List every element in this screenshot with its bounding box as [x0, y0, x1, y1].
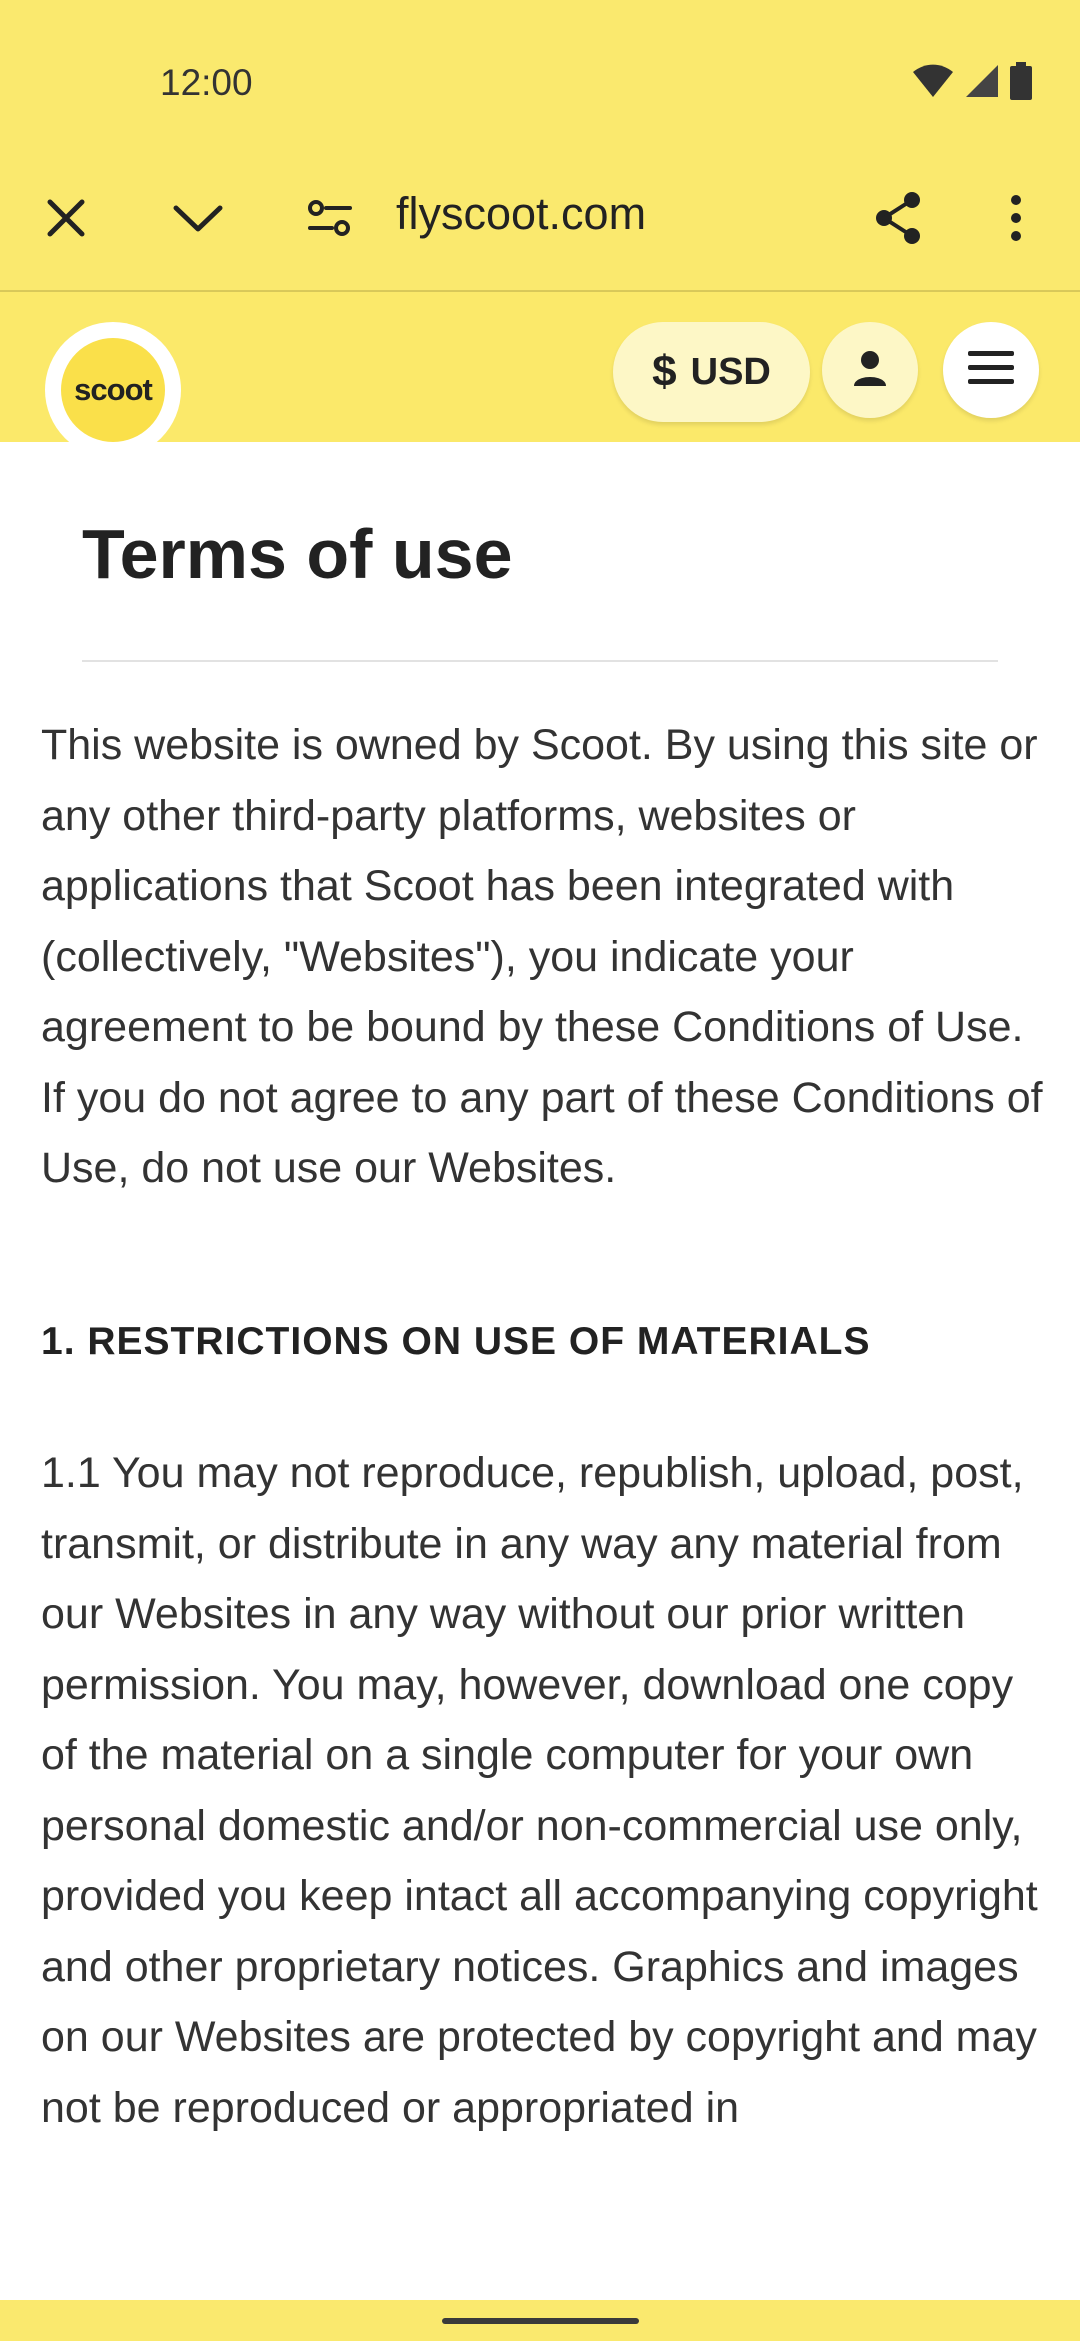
page-content: Terms of use This website is owned by Sc… [0, 442, 1080, 2300]
section-heading: 1. RESTRICTIONS ON USE OF MATERIALS [41, 1320, 871, 1363]
site-settings-icon[interactable] [298, 186, 362, 250]
account-button[interactable] [822, 322, 918, 418]
share-icon[interactable] [866, 186, 930, 250]
page-title: Terms of use [82, 515, 513, 593]
battery-icon [1010, 62, 1032, 105]
close-icon[interactable] [34, 186, 98, 250]
currency-label: USD [690, 350, 771, 393]
cell-signal-icon [964, 63, 1000, 104]
currency-button[interactable]: $ USD [613, 322, 810, 422]
hamburger-menu-icon [968, 349, 1014, 392]
site-header: scoot $ USD [0, 292, 1080, 458]
wifi-icon [912, 63, 954, 104]
scoot-logo[interactable]: scoot [45, 322, 181, 458]
browser-toolbar: flyscoot.com [0, 150, 1080, 292]
chevron-down-icon[interactable] [166, 186, 230, 250]
gesture-handle[interactable] [442, 2318, 639, 2324]
url-bar[interactable]: flyscoot.com [396, 188, 646, 240]
status-icons [912, 62, 1032, 105]
account-icon [850, 348, 890, 393]
logo-text: scoot [61, 338, 165, 442]
dollar-icon: $ [652, 347, 677, 396]
more-vert-icon[interactable] [984, 186, 1048, 250]
status-time: 12:00 [160, 62, 253, 103]
title-divider [82, 660, 998, 662]
navigation-bar [0, 2300, 1080, 2341]
intro-paragraph: This website is owned by Scoot. By using… [41, 721, 1043, 1192]
menu-button[interactable] [943, 322, 1039, 418]
status-bar: 12:00 [0, 0, 1080, 150]
section-paragraph: 1.1 You may not reproduce, republish, up… [41, 1449, 1038, 2132]
